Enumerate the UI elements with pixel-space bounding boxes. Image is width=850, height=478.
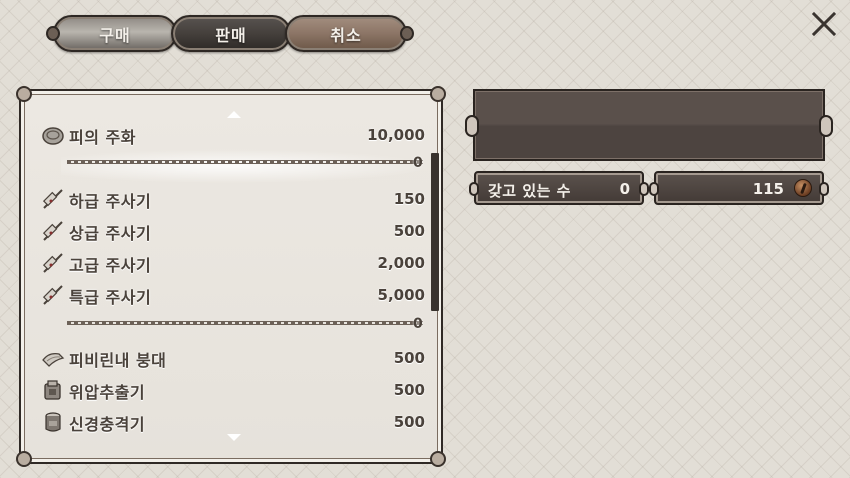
corner-ornament <box>430 451 446 467</box>
list-item[interactable]: 위압추출기 500 <box>39 376 425 404</box>
syringe-icon <box>41 251 65 275</box>
list-item[interactable]: 하급 주사기 150 <box>39 185 425 213</box>
item-name: 특급 주사기 <box>69 288 152 307</box>
category-divider <box>67 160 423 164</box>
nerve-shocker-icon <box>41 410 65 434</box>
item-name: 하급 주사기 <box>69 192 152 211</box>
close-button[interactable] <box>809 9 839 39</box>
item-price: 500 <box>393 413 425 431</box>
tab-cancel[interactable]: 취소 <box>285 15 414 52</box>
box-ornament <box>649 182 659 196</box>
bandage-icon <box>41 346 65 370</box>
item-price: 500 <box>393 222 425 240</box>
currency-value: 115 <box>752 180 784 198</box>
box-ornament <box>469 182 479 196</box>
item-list-panel[interactable]: 피의 주화 10,000 0 하급 주사기 150 상급 주사기 500 고급 … <box>16 86 446 467</box>
item-price: 10,000 <box>367 126 425 144</box>
owned-count-box: 갖고 있는 수 0 <box>469 171 649 205</box>
item-name: 피비린내 붕대 <box>69 351 167 370</box>
tab-buy[interactable]: 구매 <box>46 15 177 52</box>
side-ornament <box>465 115 479 137</box>
syringe-icon <box>41 283 65 307</box>
list-item[interactable]: 신경충격기 500 <box>39 408 425 436</box>
item-name: 피의 주화 <box>69 128 136 147</box>
list-item[interactable]: 피비린내 붕대 500 <box>39 344 425 372</box>
scroll-up-arrow-icon[interactable] <box>227 111 241 118</box>
item-price: 2,000 <box>377 254 425 272</box>
tab-flourish-right <box>400 26 414 41</box>
blood-coin-icon <box>41 123 65 147</box>
blood-echo-coin-icon <box>794 179 812 197</box>
list-item[interactable]: 상급 주사기 500 <box>39 217 425 245</box>
close-x-icon <box>811 11 837 37</box>
divider-count: 0 <box>413 155 423 171</box>
owned-count-label: 갖고 있는 수 <box>488 182 571 200</box>
side-ornament <box>819 115 833 137</box>
box-ornament <box>819 182 829 196</box>
selection-highlight <box>61 149 433 183</box>
currency-box: 115 <box>649 171 829 205</box>
category-divider <box>67 321 423 325</box>
list-item[interactable]: 고급 주사기 2,000 <box>39 249 425 277</box>
syringe-icon <box>41 219 65 243</box>
tab-sell-label: 판매 <box>215 25 247 45</box>
owned-count-value: 0 <box>619 180 630 198</box>
corner-ornament <box>16 451 32 467</box>
item-price: 500 <box>393 349 425 367</box>
item-price: 5,000 <box>377 286 425 304</box>
box-ornament <box>639 182 649 196</box>
syringe-icon <box>41 187 65 211</box>
item-price: 500 <box>393 381 425 399</box>
item-price: 150 <box>393 190 425 208</box>
extractor-icon <box>41 378 65 402</box>
tab-flourish-left <box>46 26 60 41</box>
corner-ornament <box>16 86 32 102</box>
item-name: 고급 주사기 <box>69 256 152 275</box>
list-item[interactable]: 특급 주사기 5,000 <box>39 281 425 309</box>
item-name: 상급 주사기 <box>69 224 152 243</box>
divider-count: 0 <box>413 316 423 332</box>
corner-ornament <box>430 86 446 102</box>
item-name: 위압추출기 <box>69 383 146 402</box>
item-name: 신경충격기 <box>69 415 146 434</box>
list-item[interactable]: 피의 주화 10,000 <box>39 121 425 149</box>
tab-sell[interactable]: 판매 <box>171 15 291 52</box>
tab-buy-label: 구매 <box>99 25 131 45</box>
item-description-box <box>465 89 833 161</box>
tab-cancel-label: 취소 <box>330 25 362 45</box>
